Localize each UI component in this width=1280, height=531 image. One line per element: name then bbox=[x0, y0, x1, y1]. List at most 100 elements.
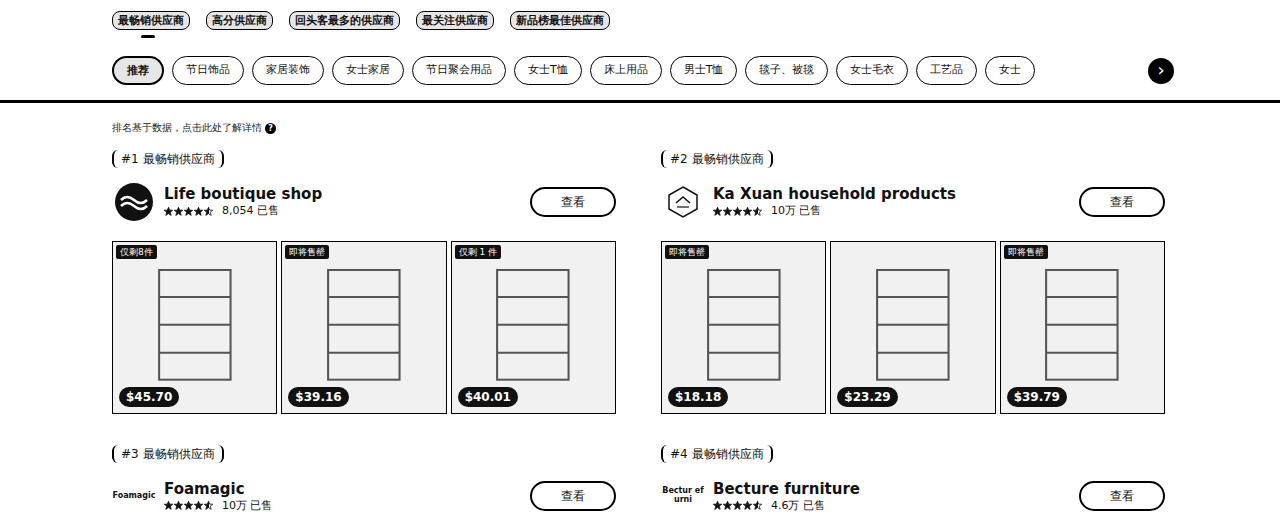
star-icon bbox=[194, 207, 203, 216]
shop-logo[interactable] bbox=[661, 180, 705, 224]
star-icon bbox=[184, 501, 193, 510]
star-filled-icon bbox=[194, 207, 203, 216]
category-chip[interactable]: 女士 bbox=[985, 56, 1035, 85]
product-image[interactable]: $23.29 bbox=[830, 241, 995, 414]
product-row: 仅剩8件$45.70即将售罄$39.16仅剩 1 件$40.01 bbox=[112, 241, 616, 414]
supplier-card: #1 最畅销供应商Life boutique shop8,054 已售查看仅剩8… bbox=[112, 149, 616, 414]
supplier-grid: #1 最畅销供应商Life boutique shop8,054 已售查看仅剩8… bbox=[112, 149, 1165, 519]
product-image[interactable]: 即将售罄$18.18 bbox=[661, 241, 826, 414]
shop-name[interactable]: Ka Xuan household products bbox=[713, 185, 956, 204]
star-icon bbox=[713, 207, 722, 216]
shop-info: Ka Xuan household products10万 已售 bbox=[661, 180, 956, 224]
shop-logo[interactable]: Bectur efurni bbox=[661, 474, 705, 518]
category-chip[interactable]: 工艺品 bbox=[916, 56, 977, 85]
ranking-tab[interactable]: 回头客最多的供应商 bbox=[289, 11, 400, 30]
view-button[interactable]: 查看 bbox=[1079, 187, 1165, 217]
shop-logo[interactable]: Foamagic bbox=[112, 474, 156, 518]
ranking-notice[interactable]: 排名基于数据，点击此处了解详情? bbox=[112, 120, 1165, 135]
price-tag: $23.29 bbox=[837, 387, 897, 407]
category-bar: 推荐节日饰品家居装饰女士家居节日聚会用品女士T恤床上用品男士T恤毯子、被毯女士毛… bbox=[112, 56, 1174, 85]
star-filled-icon bbox=[204, 207, 209, 216]
category-chip[interactable]: 推荐 bbox=[112, 56, 164, 85]
shelf-icon bbox=[1041, 265, 1123, 385]
rank-label: #2 最畅销供应商 bbox=[661, 150, 773, 168]
star-icon bbox=[733, 207, 742, 216]
shelf-icon bbox=[872, 265, 954, 385]
category-list: 推荐节日饰品家居装饰女士家居节日聚会用品女士T恤床上用品男士T恤毯子、被毯女士毛… bbox=[112, 56, 1142, 85]
supplier-card: #2 最畅销供应商 Ka Xuan household products10万 已… bbox=[661, 149, 1165, 414]
product-image[interactable]: 即将售罄$39.79 bbox=[1000, 241, 1165, 414]
star-icon bbox=[204, 207, 213, 216]
sold-count: 10万 已售 bbox=[222, 499, 273, 513]
view-button[interactable]: 查看 bbox=[1079, 481, 1165, 511]
category-chip[interactable]: 女士家居 bbox=[332, 56, 404, 85]
star-filled-icon bbox=[164, 207, 173, 216]
product-row: 即将售罄$18.18 $23.29 即将售罄$39.79 bbox=[661, 241, 1165, 414]
category-chip[interactable]: 毯子、被毯 bbox=[745, 56, 828, 85]
ranking-tabs: 最畅销供应商高分供应商回头客最多的供应商最关注供应商新品榜最佳供应商 bbox=[112, 0, 1280, 30]
star-icon bbox=[164, 501, 173, 510]
category-chip[interactable]: 家居装饰 bbox=[252, 56, 324, 85]
shelf-icon bbox=[703, 265, 785, 385]
product-image[interactable]: 仅剩8件$45.70 bbox=[112, 241, 277, 414]
ranking-tab[interactable]: 新品榜最佳供应商 bbox=[510, 11, 610, 30]
rating-stars bbox=[713, 501, 763, 510]
product-image[interactable]: 即将售罄$39.16 bbox=[281, 241, 446, 414]
shop-row: Bectur efurni Becture furniture4.6万 已售 查看 bbox=[661, 473, 1165, 519]
sold-count: 4.6万 已售 bbox=[771, 499, 825, 513]
view-button[interactable]: 查看 bbox=[530, 187, 616, 217]
shop-row: FoamagicFoamagic10万 已售查看 bbox=[112, 473, 616, 519]
category-chip[interactable]: 女士毛衣 bbox=[836, 56, 908, 85]
star-icon bbox=[743, 501, 752, 510]
star-fill bbox=[184, 501, 193, 510]
category-chip[interactable]: 节日饰品 bbox=[172, 56, 244, 85]
rank-label: #4 最畅销供应商 bbox=[661, 445, 773, 463]
ranking-tab[interactable]: 高分供应商 bbox=[206, 11, 273, 30]
star-filled-icon bbox=[713, 207, 722, 216]
info-icon[interactable]: ? bbox=[265, 123, 276, 134]
star-icon bbox=[753, 501, 762, 510]
star-icon bbox=[723, 207, 732, 216]
star-fill bbox=[164, 501, 173, 510]
shop-meta: 10万 已售 bbox=[164, 499, 273, 513]
star-filled-icon bbox=[194, 501, 203, 510]
product-image[interactable]: 仅剩 1 件$40.01 bbox=[451, 241, 616, 414]
star-icon bbox=[184, 207, 193, 216]
logo-text: Bectur efurni bbox=[661, 487, 705, 505]
shop-name[interactable]: Life boutique shop bbox=[164, 185, 322, 204]
shop-meta: 4.6万 已售 bbox=[713, 499, 860, 513]
price-tag: $39.79 bbox=[1007, 387, 1067, 407]
price-tag: $45.70 bbox=[119, 387, 179, 407]
shop-name[interactable]: Becture furniture bbox=[713, 480, 860, 499]
shop-details: Foamagic10万 已售 bbox=[164, 480, 273, 513]
view-button[interactable]: 查看 bbox=[530, 481, 616, 511]
notice-text[interactable]: 排名基于数据，点击此处了解详情 bbox=[112, 122, 262, 133]
ranking-tab[interactable]: 最关注供应商 bbox=[416, 11, 494, 30]
star-fill bbox=[204, 207, 209, 216]
star-fill bbox=[164, 207, 173, 216]
star-outline-icon bbox=[753, 501, 762, 510]
star-filled-icon bbox=[164, 501, 173, 510]
star-fill bbox=[733, 501, 742, 510]
top-header: 最畅销供应商高分供应商回头客最多的供应商最关注供应商新品榜最佳供应商推荐节日饰品… bbox=[0, 0, 1280, 103]
category-chip[interactable]: 女士T恤 bbox=[514, 56, 582, 85]
category-chip[interactable]: 男士T恤 bbox=[670, 56, 738, 85]
scroll-right-button[interactable]: › bbox=[1148, 58, 1174, 84]
star-fill bbox=[184, 207, 193, 216]
ranking-tab[interactable]: 最畅销供应商 bbox=[112, 11, 190, 30]
hexagon-logo-icon bbox=[666, 185, 700, 219]
shop-details: Life boutique shop8,054 已售 bbox=[164, 185, 322, 218]
shop-name[interactable]: Foamagic bbox=[164, 480, 273, 499]
rating-stars bbox=[713, 207, 763, 216]
star-filled-icon bbox=[753, 207, 758, 216]
category-chip[interactable]: 节日聚会用品 bbox=[412, 56, 506, 85]
shop-meta: 8,054 已售 bbox=[164, 204, 322, 218]
star-fill bbox=[713, 207, 722, 216]
category-chip[interactable]: 床上用品 bbox=[590, 56, 662, 85]
star-icon bbox=[174, 207, 183, 216]
shop-logo[interactable] bbox=[112, 180, 156, 224]
star-filled-icon bbox=[184, 207, 193, 216]
rating-stars bbox=[164, 501, 214, 510]
star-filled-icon bbox=[723, 207, 732, 216]
star-outline-icon bbox=[204, 207, 213, 216]
